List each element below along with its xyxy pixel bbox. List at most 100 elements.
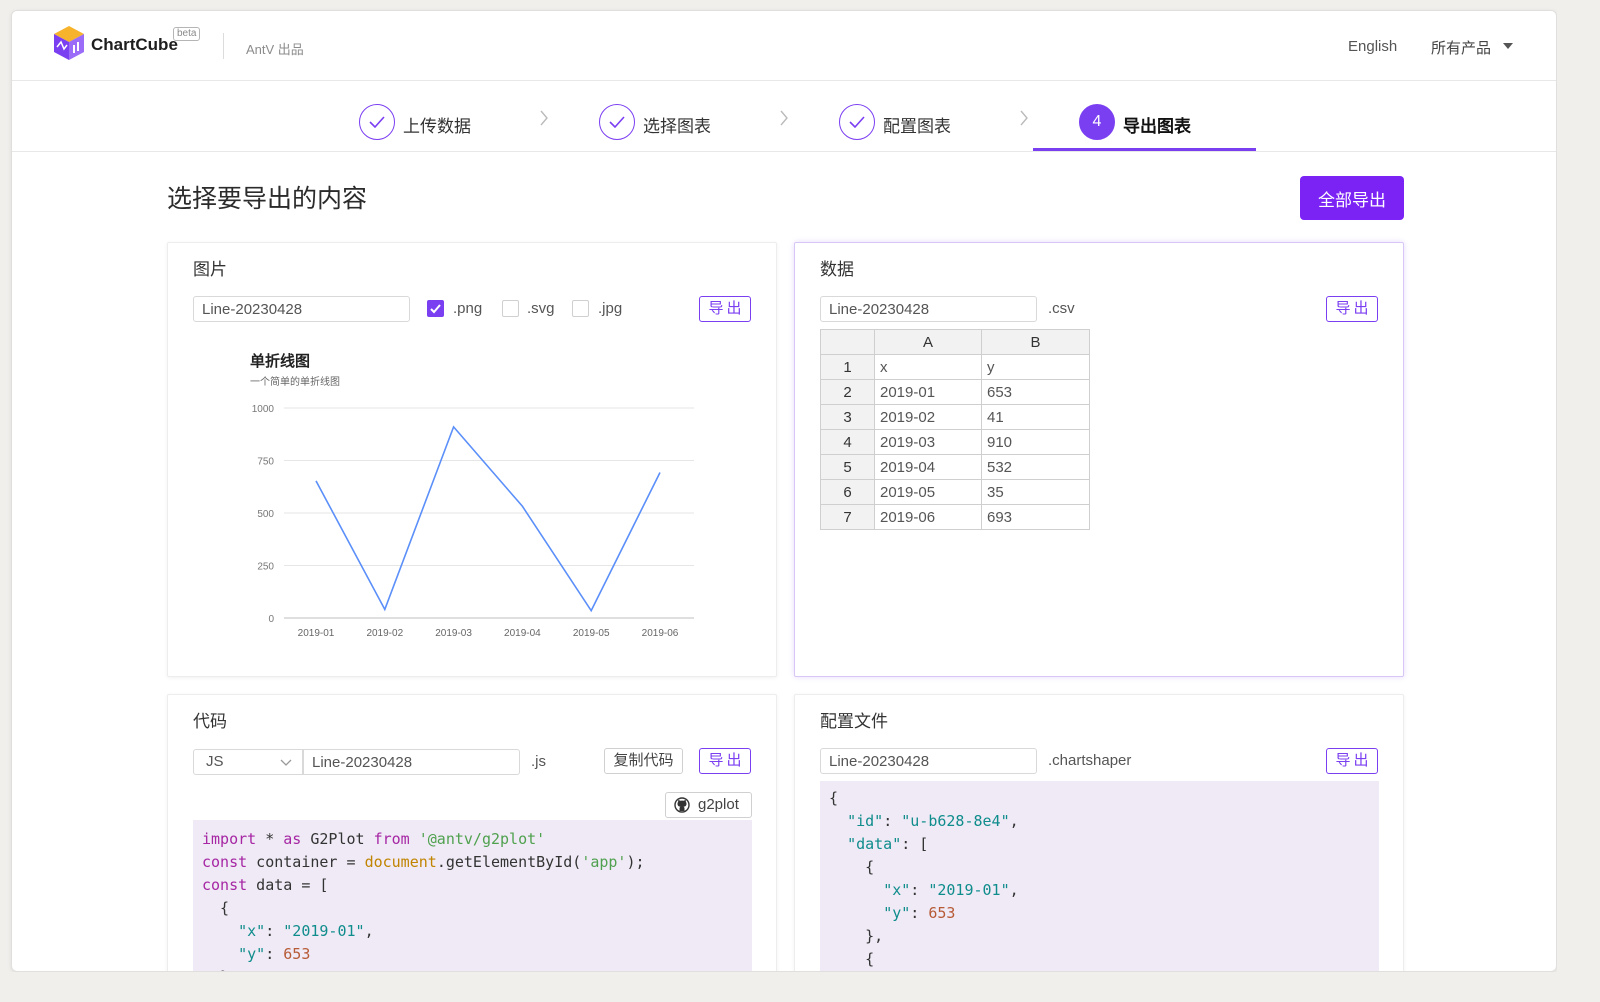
- table-cell[interactable]: 2019-02: [874, 404, 982, 430]
- chevron-right-icon: [1020, 110, 1028, 126]
- csv-suffix: .csv: [1048, 300, 1075, 317]
- row-number: 3: [820, 404, 875, 430]
- code-line: const container = document.getElementByI…: [202, 853, 645, 871]
- data-card: 数据 .csv 导出 A B 1xy 22019-01653 32019-024…: [794, 242, 1404, 677]
- corner-cell: [820, 329, 875, 355]
- x-tick-label: 2019-04: [504, 628, 541, 639]
- window-margin: [1557, 10, 1600, 1002]
- chevron-down-icon[interactable]: [1503, 43, 1513, 49]
- chart-title: 单折线图: [250, 352, 310, 370]
- g2plot-github-button[interactable]: g2plot: [665, 792, 752, 818]
- products-menu[interactable]: 所有产品: [1431, 37, 1491, 58]
- code-line: "x": "2019-01",: [883, 881, 1019, 899]
- code-card: 代码 JS .js 复制代码 导出 g2plot import * as G2P…: [167, 694, 777, 971]
- check-icon: [599, 104, 635, 140]
- data-export-button[interactable]: 导出: [1326, 296, 1378, 322]
- config-card: 配置文件 .chartshaper 导出 { "id": "u-b628-8e4…: [794, 694, 1404, 971]
- chart-subtitle: 一个简单的单折线图: [250, 375, 340, 388]
- code-line: {: [829, 858, 875, 876]
- row-number: 6: [820, 479, 875, 505]
- svg-checkbox[interactable]: [502, 300, 519, 317]
- table-cell[interactable]: 2019-04: [874, 454, 982, 480]
- table-cell[interactable]: 2019-01: [874, 379, 982, 405]
- line-chart: 单折线图 一个简单的单折线图 0 250 500 750 1000 2019-01 201…: [250, 352, 694, 639]
- table-cell[interactable]: 35: [981, 479, 1090, 505]
- jpg-checkbox[interactable]: [572, 300, 589, 317]
- code-line: },: [829, 927, 884, 945]
- data-spreadsheet[interactable]: A B 1xy 2 2019-01 653 3 2019-02 41 4 2019-03 9…: [820, 329, 1090, 530]
- check-icon: [839, 104, 875, 140]
- table-cell[interactable]: 2019-03: [874, 429, 982, 455]
- line-series: [315, 425, 661, 613]
- step-label: 上传数据: [403, 117, 471, 136]
- step-label: 配置图表: [883, 117, 951, 136]
- code-line: import * as G2Plot from '@antv/g2plot': [202, 830, 546, 848]
- column-header[interactable]: B: [981, 329, 1090, 355]
- y-tick-label: 750: [257, 457, 274, 468]
- config-preview[interactable]: { "id": "u-b628-8e4", "data": [ { "x": "…: [820, 781, 1379, 971]
- image-export-button[interactable]: 导出: [699, 296, 751, 322]
- language-switch[interactable]: English: [1348, 38, 1397, 55]
- table-cell[interactable]: 910: [981, 429, 1090, 455]
- code-export-button[interactable]: 导出: [699, 748, 751, 774]
- config-export-button[interactable]: 导出: [1326, 748, 1378, 774]
- browser-window: ChartCube beta AntV 出品 English 所有产品 上传数据…: [11, 10, 1557, 972]
- brand-name[interactable]: ChartCube: [91, 35, 178, 55]
- code-line: {: [829, 789, 839, 807]
- y-tick-label: 1000: [252, 404, 275, 415]
- png-label: .png: [453, 300, 483, 317]
- table-row: 2 2019-01 653: [820, 379, 1090, 405]
- chevron-right-icon: [540, 110, 548, 126]
- table-cell[interactable]: 693: [981, 504, 1090, 530]
- row-number: 4: [820, 429, 875, 455]
- chartshaper-suffix: .chartshaper: [1048, 752, 1132, 769]
- table-row: 4 2019-03 910: [820, 429, 1090, 455]
- image-filename-input[interactable]: [193, 296, 410, 322]
- step-label: 导出图表: [1123, 117, 1191, 136]
- jpg-label: .jpg: [598, 300, 623, 317]
- table-row: 3 2019-02 41: [820, 404, 1090, 430]
- header-divider: [223, 33, 224, 59]
- copy-code-button[interactable]: 复制代码: [604, 748, 683, 774]
- row-number: 7: [820, 504, 875, 530]
- table-cell[interactable]: 41: [981, 404, 1090, 430]
- x-tick-label: 2019-02: [366, 628, 403, 639]
- config-filename-input[interactable]: [820, 748, 1037, 774]
- code-filename-input[interactable]: [303, 749, 520, 775]
- step-label: 选择图表: [643, 117, 711, 136]
- image-card: 图片 .png .svg .jpg 导出 单折线图 一个简单的单折线图 0 250…: [167, 242, 777, 677]
- code-line: "y": 653: [883, 904, 956, 922]
- svg-label: .svg: [527, 300, 555, 317]
- table-cell[interactable]: 2019-05: [874, 479, 982, 505]
- y-tick-label: 500: [257, 509, 274, 520]
- card-title: 数据: [820, 260, 854, 279]
- beta-badge: beta: [173, 27, 201, 41]
- code-preview[interactable]: import * as G2Plot from '@antv/g2plot' c…: [193, 820, 752, 971]
- top-header: ChartCube beta AntV 出品 English 所有产品: [12, 11, 1556, 81]
- code-line: "data": [: [847, 835, 929, 853]
- column-header[interactable]: A: [874, 329, 982, 355]
- table-cell[interactable]: 653: [981, 379, 1090, 405]
- table-cell[interactable]: 532: [981, 454, 1090, 480]
- data-filename-input[interactable]: [820, 296, 1037, 322]
- table-cell[interactable]: y: [981, 354, 1090, 380]
- byline: AntV 出品: [246, 42, 304, 57]
- card-title: 代码: [193, 712, 227, 731]
- x-tick-label: 2019-03: [435, 628, 472, 639]
- table-row: 7 2019-06 693: [820, 504, 1090, 530]
- active-step-underline: [1033, 148, 1256, 151]
- row-number: 5: [820, 454, 875, 480]
- language-select[interactable]: JS: [193, 749, 303, 775]
- check-icon: [359, 104, 395, 140]
- chartcube-logo: [54, 26, 84, 60]
- step-bar: 上传数据 选择图表 配置图表 4 导出图表: [12, 82, 1556, 152]
- export-all-button[interactable]: 全部导出: [1300, 176, 1404, 220]
- png-checkbox[interactable]: [427, 300, 444, 317]
- row-number: 2: [820, 379, 875, 405]
- table-cell[interactable]: 2019-06: [874, 504, 982, 530]
- table-cell[interactable]: x: [874, 354, 982, 380]
- code-line: "x": "2019-01",: [238, 922, 374, 940]
- table-row: 6 2019-05 35: [820, 479, 1090, 505]
- step-number: 4: [1079, 104, 1115, 140]
- y-tick-label: 0: [268, 614, 274, 625]
